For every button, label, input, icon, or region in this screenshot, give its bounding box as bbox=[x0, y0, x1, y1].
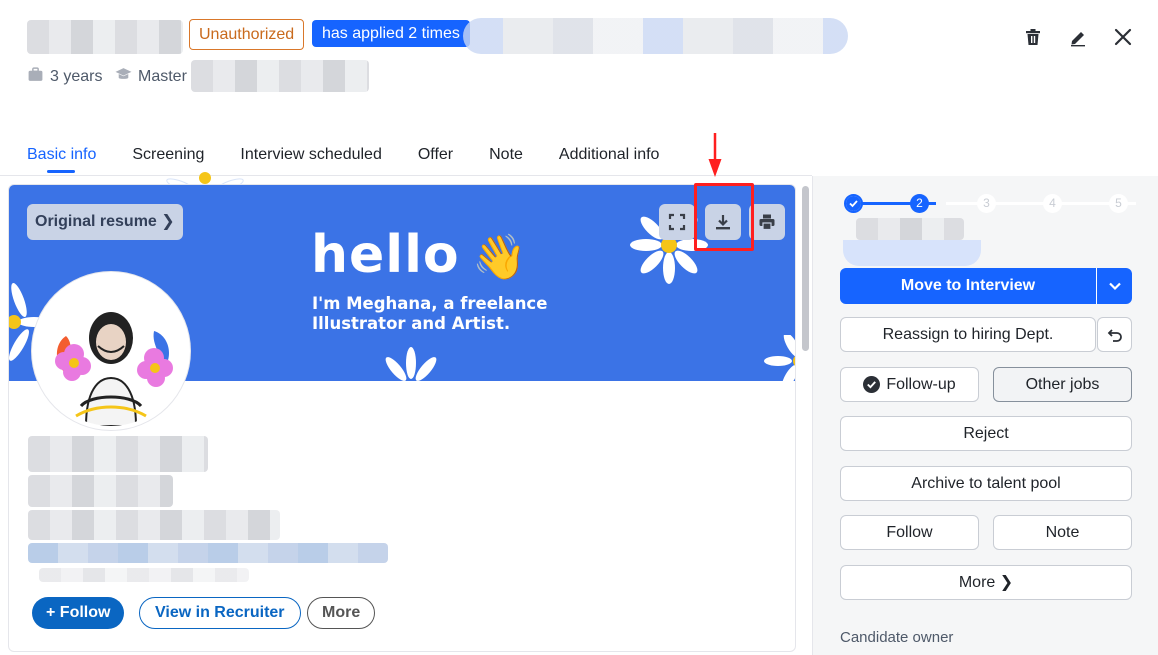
chevron-down-icon[interactable] bbox=[1096, 268, 1132, 304]
delete-icon[interactable] bbox=[1022, 26, 1044, 48]
reassign-button[interactable]: Reassign to hiring Dept. bbox=[840, 317, 1096, 352]
banner-tagline: I'm Meghana, a freelance Illustrator and… bbox=[312, 294, 547, 334]
tagline-line-2: Illustrator and Artist. bbox=[312, 314, 511, 333]
daisy-bottom-icon bbox=[385, 347, 437, 381]
tabs-divider bbox=[0, 175, 812, 176]
print-icon[interactable] bbox=[749, 204, 785, 240]
move-to-interview-label[interactable]: Move to Interview bbox=[840, 268, 1096, 304]
follow-up-label: Follow-up bbox=[886, 376, 956, 393]
stage-name-redacted bbox=[856, 218, 964, 240]
header-info-redacted bbox=[463, 18, 848, 54]
resume-scrollbar[interactable] bbox=[802, 186, 809, 351]
banner-hello-text: hello bbox=[311, 225, 460, 285]
stepper-line-pending bbox=[946, 202, 1136, 205]
step-4[interactable]: 4 bbox=[1043, 194, 1062, 213]
tab-basic-info[interactable]: Basic info bbox=[27, 145, 114, 175]
briefcase-icon bbox=[27, 66, 44, 88]
step-5[interactable]: 5 bbox=[1109, 194, 1128, 213]
profile-headline-redacted bbox=[28, 475, 173, 507]
candidate-name-redacted bbox=[27, 20, 183, 54]
applied-times-badge[interactable]: has applied 2 times bbox=[312, 20, 470, 47]
follow-up-button[interactable]: Follow-up bbox=[840, 367, 979, 402]
candidate-detail-page: Unauthorized has applied 2 times 3 years… bbox=[0, 0, 1158, 655]
move-to-interview-button[interactable]: Move to Interview bbox=[840, 268, 1132, 304]
tagline-line-1: I'm Meghana, a freelance bbox=[312, 294, 548, 313]
stage-detail-redacted bbox=[843, 240, 981, 266]
daisy-corner-icon bbox=[764, 335, 795, 381]
linkedin-follow-button[interactable]: + Follow bbox=[32, 597, 125, 629]
check-circle-icon bbox=[863, 376, 881, 393]
red-arrow-annotation bbox=[708, 133, 722, 177]
pipeline-panel: 2 3 4 5 Move to Interview Reassign to hi… bbox=[812, 176, 1158, 655]
degree-text: Master bbox=[138, 68, 187, 85]
reassign-label: Reassign to hiring Dept. bbox=[882, 326, 1054, 343]
note-button[interactable]: Note bbox=[993, 515, 1132, 550]
experience-meta: 3 years bbox=[27, 66, 102, 88]
tab-note[interactable]: Note bbox=[471, 145, 541, 175]
avatar-illustration bbox=[36, 276, 186, 426]
reject-button[interactable]: Reject bbox=[840, 416, 1132, 451]
avatar bbox=[32, 272, 190, 430]
profile-link-redacted bbox=[28, 543, 388, 563]
profile-name-redacted bbox=[28, 436, 208, 472]
tab-offer[interactable]: Offer bbox=[400, 145, 471, 175]
edit-icon[interactable] bbox=[1067, 26, 1089, 48]
profile-connections-redacted bbox=[39, 568, 249, 582]
waving-hand-icon: 👋 bbox=[472, 233, 527, 282]
more-actions-button[interactable]: More ❯ bbox=[840, 565, 1132, 600]
detail-tabs: Basic info Screening Interview scheduled… bbox=[27, 145, 677, 175]
undo-icon[interactable] bbox=[1097, 317, 1132, 352]
tab-additional-info[interactable]: Additional info bbox=[541, 145, 678, 175]
profile-more-button[interactable]: More bbox=[307, 597, 376, 629]
candidate-header: Unauthorized has applied 2 times 3 years… bbox=[0, 0, 1158, 140]
school-redacted bbox=[191, 60, 369, 92]
unauthorized-badge: Unauthorized bbox=[189, 19, 305, 50]
step-2[interactable]: 2 bbox=[910, 194, 929, 213]
profile-location-redacted bbox=[28, 510, 280, 540]
step-3[interactable]: 3 bbox=[977, 194, 996, 213]
resume-viewer: Original resume ❯ hello 👋 I'm Meghana, a… bbox=[8, 184, 796, 652]
candidate-owner-label: Candidate owner bbox=[840, 629, 954, 646]
archive-talent-pool-button[interactable]: Archive to talent pool bbox=[840, 466, 1132, 501]
degree-meta: Master bbox=[115, 66, 187, 88]
view-in-recruiter-button[interactable]: View in Recruiter bbox=[139, 597, 301, 629]
experience-text: 3 years bbox=[50, 68, 103, 85]
follow-button[interactable]: Follow bbox=[840, 515, 979, 550]
original-resume-button[interactable]: Original resume ❯ bbox=[27, 204, 183, 240]
download-highlight-box bbox=[694, 183, 754, 251]
graduation-cap-icon bbox=[115, 66, 132, 88]
step-1-check-icon[interactable] bbox=[844, 194, 863, 213]
stage-stepper: 2 3 4 5 bbox=[840, 192, 1140, 216]
close-icon[interactable] bbox=[1112, 26, 1134, 48]
fullscreen-icon[interactable] bbox=[659, 204, 695, 240]
other-jobs-button[interactable]: Other jobs bbox=[993, 367, 1132, 402]
